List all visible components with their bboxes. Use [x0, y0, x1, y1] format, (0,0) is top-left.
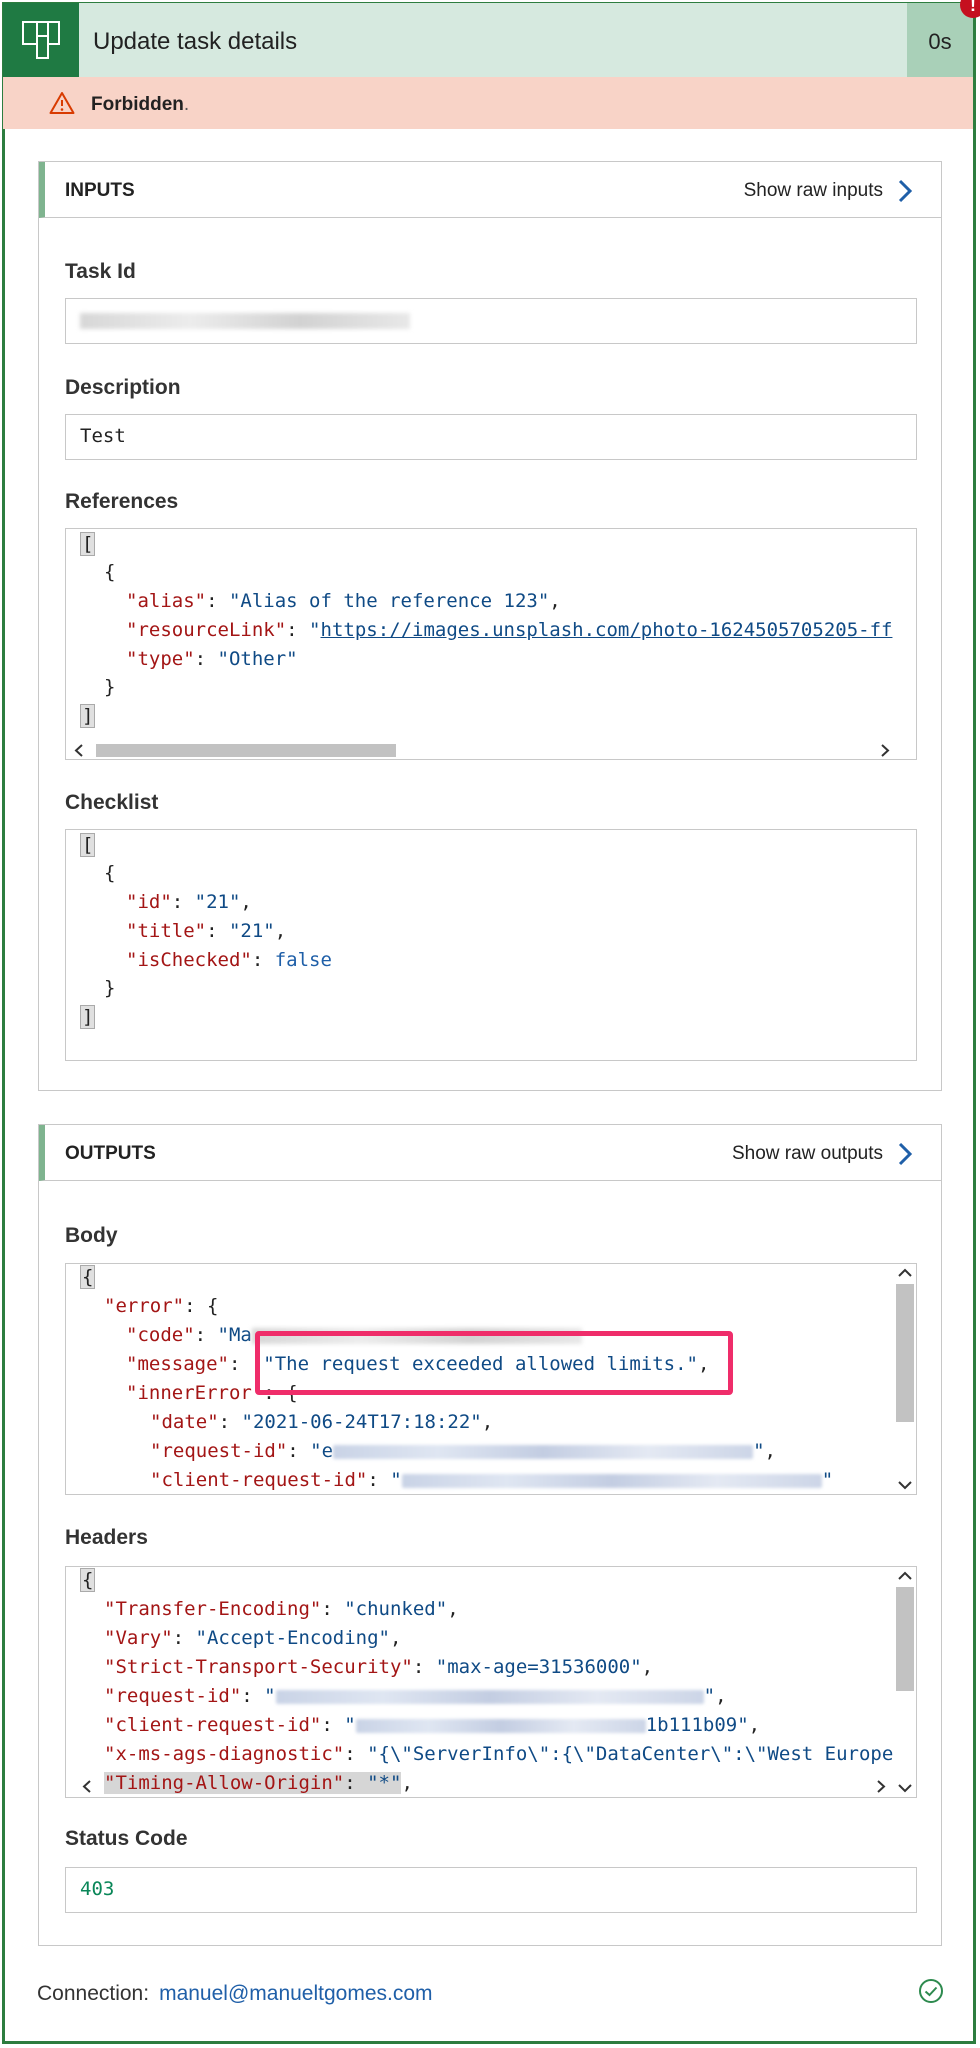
code-line: [ [80, 833, 96, 857]
error-banner: Forbidden. [3, 77, 973, 129]
references-label: References [65, 490, 179, 513]
code-line: "Transfer-Encoding": "chunked", [104, 1598, 459, 1620]
scroll-left-icon[interactable] [74, 744, 84, 757]
code-line: "request-id": " ", [104, 1685, 727, 1707]
code-line: "isChecked": false [126, 949, 332, 971]
status-code-field[interactable]: 403 [65, 1867, 917, 1913]
code-line: "client-request-id": " 1b111b09", [104, 1714, 761, 1736]
checklist-label: Checklist [65, 791, 159, 814]
code-line: "type": "Other" [126, 648, 298, 670]
scroll-down-icon[interactable] [898, 1783, 912, 1793]
scrollbar-thumb[interactable] [896, 1284, 914, 1422]
code-line: { [80, 1568, 96, 1592]
code-line: [ [80, 532, 96, 556]
chevron-right-icon[interactable] [897, 1141, 913, 1167]
checklist-field[interactable]: [ { "id": "21", "title": "21", "isChecke… [65, 829, 917, 1061]
code-line: "date": "2021-06-24T17:18:22", [150, 1411, 494, 1433]
redacted-value [80, 313, 410, 329]
horizontal-scrollbar[interactable] [66, 741, 916, 759]
description-label: Description [65, 376, 181, 399]
inputs-header: INPUTS Show raw inputs [39, 162, 941, 218]
outputs-header: OUTPUTS Show raw outputs [39, 1125, 941, 1181]
code-line: "Timing-Allow-Origin": "*", [104, 1772, 413, 1794]
inputs-section: INPUTS Show raw inputs Task Id Descripti… [38, 161, 942, 1091]
code-line: } [104, 977, 116, 999]
vertical-scrollbar[interactable] [894, 1567, 916, 1797]
code-line: ] [80, 704, 96, 728]
status-code-label: Status Code [65, 1827, 188, 1850]
connection-info: Connection: manuel@manueltgomes.com [37, 1982, 433, 2006]
inputs-heading: INPUTS [65, 180, 135, 201]
scroll-right-icon[interactable] [876, 1780, 886, 1793]
scroll-up-icon[interactable] [898, 1571, 912, 1581]
description-field[interactable]: Test [65, 414, 917, 460]
message-highlight-annotation [255, 1331, 733, 1395]
action-title: Update task details [93, 28, 298, 55]
action-header[interactable]: Update task details 0s [3, 3, 973, 77]
scroll-right-icon[interactable] [880, 744, 890, 757]
code-line: "resourceLink": "https://images.unsplash… [126, 619, 893, 641]
code-line: } [104, 676, 116, 698]
scrollbar-thumb[interactable] [96, 744, 396, 757]
code-line: ] [80, 1005, 96, 1029]
code-line: "error": { [104, 1295, 219, 1317]
show-raw-outputs-link[interactable]: Show raw outputs [732, 1143, 883, 1165]
code-line: { [104, 862, 116, 884]
outputs-heading: OUTPUTS [65, 1143, 156, 1164]
code-line: "Strict-Transport-Security": "max-age=31… [104, 1656, 654, 1678]
code-line: { [80, 1265, 96, 1289]
scroll-down-icon[interactable] [898, 1480, 912, 1490]
code-line: "Vary": "Accept-Encoding", [104, 1627, 402, 1649]
outputs-section: OUTPUTS Show raw outputs Body { "error":… [38, 1124, 942, 1946]
warning-icon [49, 92, 75, 114]
task-id-field[interactable] [65, 298, 917, 344]
chevron-right-icon[interactable] [897, 178, 913, 204]
planner-logo-icon [3, 3, 79, 77]
description-value: Test [80, 425, 126, 447]
scrollbar-thumb[interactable] [896, 1587, 914, 1691]
check-circle-icon [919, 1979, 943, 2003]
task-id-label: Task Id [65, 260, 136, 283]
code-line: { [104, 561, 116, 583]
code-line: "x-ms-ags-diagnostic": "{\"ServerInfo\":… [104, 1743, 894, 1765]
show-raw-inputs-link[interactable]: Show raw inputs [744, 180, 883, 202]
code-line: "title": "21", [126, 920, 287, 942]
headers-label: Headers [65, 1526, 148, 1549]
code-line: "alias": "Alias of the reference 123", [126, 590, 561, 612]
vertical-scrollbar[interactable] [894, 1264, 916, 1494]
connection-label: Connection: [37, 1982, 150, 2005]
scroll-up-icon[interactable] [898, 1268, 912, 1278]
code-line: "request-id": "e ", [150, 1440, 776, 1462]
code-line: "id": "21", [126, 891, 252, 913]
headers-field[interactable]: { "Transfer-Encoding": "chunked", "Vary"… [65, 1566, 917, 1798]
status-code-value: 403 [80, 1878, 115, 1900]
body-label: Body [65, 1224, 118, 1247]
scroll-left-icon[interactable] [82, 1780, 92, 1793]
error-status-text: Forbidden. [91, 94, 190, 115]
code-line: "client-request-id": " " [150, 1469, 834, 1491]
references-field[interactable]: [ { "alias": "Alias of the reference 123… [65, 528, 917, 760]
connection-link[interactable]: manuel@manueltgomes.com [159, 1982, 432, 2005]
